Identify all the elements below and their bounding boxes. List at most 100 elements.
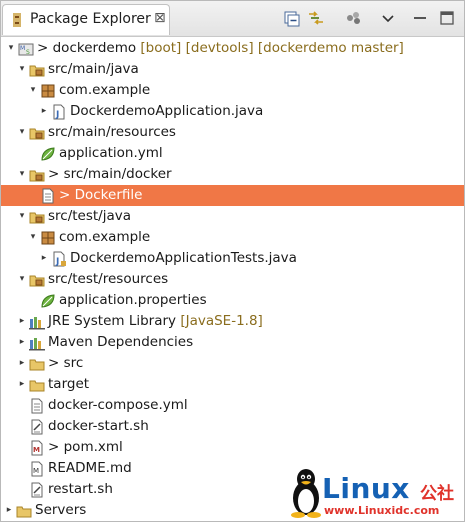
git-dirty-marker: > (48, 355, 64, 371)
expand-arrow-icon[interactable]: ▸ (17, 374, 27, 395)
tree-item-name: target (48, 376, 90, 392)
expand-arrow-icon[interactable]: ▸ (17, 311, 27, 332)
focus-on-active-task-icon[interactable] (345, 9, 363, 27)
tree-item-name: README.md (48, 460, 132, 476)
tree-item-decoration: [JavaSE-1.8] (176, 313, 263, 329)
tree-item-name: com.example (59, 82, 151, 98)
source-folder-icon (29, 275, 45, 287)
tree-item[interactable]: application.yml (1, 143, 464, 164)
tree-item-label: com.example (59, 80, 150, 101)
watermark-brand-cn: 公社 (420, 484, 454, 504)
collapse-arrow-icon[interactable]: ▾ (17, 269, 27, 290)
tree-item[interactable]: ▾ > src/main/docker (1, 164, 464, 185)
close-icon[interactable]: ⊠ (154, 10, 166, 26)
tree-item-label: src/main/java (48, 59, 139, 80)
tree-item-label: > pom.xml (48, 437, 123, 458)
library-icon (29, 317, 45, 330)
source-folder-icon (29, 212, 45, 224)
tree-item-name: dockerdemo (52, 40, 137, 56)
tree-item[interactable]: ▾ src/test/java (1, 206, 464, 227)
tree-item-name: DockerdemoApplication.java (70, 103, 264, 119)
text-file-icon (42, 188, 54, 204)
expand-arrow-icon[interactable]: ▸ (4, 500, 14, 521)
collapse-arrow-icon[interactable]: ▾ (17, 164, 27, 185)
collapse-arrow-icon[interactable]: ▾ (17, 122, 27, 143)
tree-item-name: JRE System Library (48, 313, 177, 329)
minimize-icon[interactable] (411, 9, 429, 27)
expand-arrow-icon[interactable]: ▸ (17, 353, 27, 374)
folder-icon (16, 506, 32, 518)
tree-item[interactable]: ▸ target (1, 374, 464, 395)
svg-text:M: M (33, 446, 40, 454)
tree-item-label: > dockerdemo [boot] [devtools] [dockerde… (37, 38, 404, 59)
package-explorer-icon (13, 13, 21, 27)
collapse-arrow-icon[interactable]: ▾ (28, 227, 38, 248)
tree-item-label: src/test/resources (48, 269, 168, 290)
tree-item[interactable]: ▾ src/main/resources (1, 122, 464, 143)
tree-item-label: restart.sh (48, 479, 113, 500)
tree-item-name: pom.xml (63, 439, 123, 455)
git-dirty-marker: > (37, 40, 53, 56)
source-folder-icon (29, 65, 45, 77)
git-dirty-marker: > (59, 187, 75, 203)
tree-item-label: > src (48, 353, 83, 374)
tree-item-decoration: [boot] [devtools] [dockerdemo master] (136, 40, 404, 56)
tree-item[interactable]: docker-start.sh (1, 416, 464, 437)
folder-icon (29, 380, 45, 392)
tree-item[interactable]: ▾ M S > dockerdemo [boot] [devtools] [docke… (1, 38, 464, 59)
svg-text:S: S (26, 49, 30, 56)
collapse-arrow-icon[interactable]: ▾ (6, 38, 16, 59)
tree-item-name: src/test/java (48, 208, 132, 224)
tree-item[interactable]: > Dockerfile (1, 185, 464, 206)
tab-package-explorer[interactable]: Package Explorer ⊠ (2, 4, 170, 35)
link-with-editor-icon[interactable] (307, 9, 325, 27)
tree-item-name: com.example (59, 229, 151, 245)
tree-item-label: > Dockerfile (59, 185, 142, 206)
tree-item-name: Dockerfile (74, 187, 143, 203)
tree-item[interactable]: docker-compose.yml (1, 395, 464, 416)
tree-item[interactable]: ▸ Maven Dependencies (1, 332, 464, 353)
tree-item[interactable]: ▾ com.example (1, 227, 464, 248)
spring-leaf-icon (41, 294, 55, 308)
tree-item[interactable]: ▸ > src (1, 353, 464, 374)
tree-item-name: src (63, 355, 84, 371)
maximize-icon[interactable] (438, 9, 456, 27)
spring-leaf-icon (41, 147, 55, 161)
tree-item-label: JRE System Library [JavaSE-1.8] (48, 311, 263, 332)
tree-item-label: com.example (59, 227, 150, 248)
svg-text:J: J (55, 257, 59, 267)
expand-arrow-icon[interactable]: ▸ (39, 248, 49, 269)
tree-item-label: DockerdemoApplication.java (70, 101, 263, 122)
tree-item[interactable]: M > pom.xml (1, 437, 464, 458)
expand-arrow-icon[interactable]: ▸ (17, 332, 27, 353)
collapse-arrow-icon[interactable]: ▾ (17, 206, 27, 227)
script-file-icon (31, 419, 43, 435)
tree-item-name: src/main/docker (63, 166, 172, 182)
tree-item[interactable]: ▸ J DockerdemoApplicationTests.java (1, 248, 464, 269)
collapse-arrow-icon[interactable]: ▾ (17, 59, 27, 80)
collapse-all-icon[interactable] (283, 9, 301, 27)
tree-item-name: Maven Dependencies (48, 334, 194, 350)
tree-item-label: target (48, 374, 89, 395)
tree-item[interactable]: ▸ JRE System Library [JavaSE-1.8] (1, 311, 464, 332)
tree-item[interactable]: application.properties (1, 290, 464, 311)
svg-text:M: M (20, 45, 25, 52)
tree-item-label: > src/main/docker (48, 164, 172, 185)
source-folder-icon (29, 170, 45, 182)
expand-arrow-icon[interactable]: ▸ (39, 101, 49, 122)
tree-item-label: src/test/java (48, 206, 131, 227)
source-folder-icon (29, 128, 45, 140)
collapse-arrow-icon[interactable]: ▾ (28, 80, 38, 101)
package-icon (41, 84, 55, 98)
tux-penguin-icon (291, 469, 321, 518)
watermark-url: www.Linuxidc.com (324, 504, 440, 517)
tree-item-label: application.yml (59, 143, 163, 164)
tree-item-label: README.md (48, 458, 132, 479)
tree-item[interactable]: ▾ com.example (1, 80, 464, 101)
tree-item[interactable]: ▸ J DockerdemoApplication.java (1, 101, 464, 122)
tree-item[interactable]: ▾ src/test/resources (1, 269, 464, 290)
tree-item[interactable]: ▾ src/main/java (1, 59, 464, 80)
java-test-file-icon: J (53, 251, 66, 267)
project-icon: MS (18, 43, 34, 56)
view-menu-chevron-icon[interactable] (379, 9, 397, 27)
